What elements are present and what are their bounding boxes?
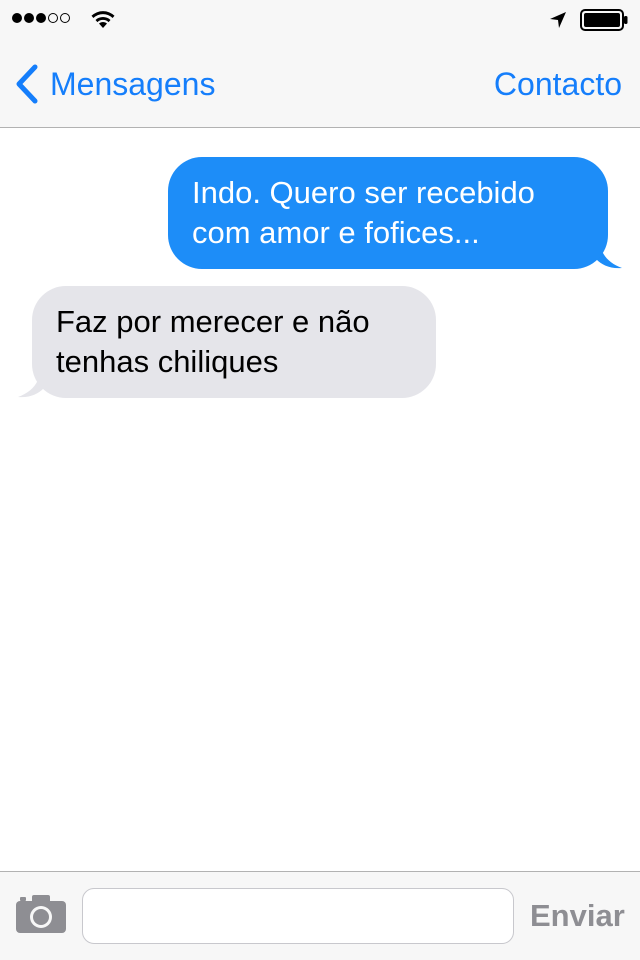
location-arrow-icon bbox=[550, 12, 566, 28]
contact-button[interactable]: Contacto bbox=[494, 62, 622, 106]
signal-dots-icon bbox=[12, 13, 72, 27]
chevron-left-icon bbox=[16, 64, 38, 104]
status-bar bbox=[0, 0, 640, 40]
outgoing-message-bubble[interactable]: Indo. Quero ser recebido com amor e fofi… bbox=[168, 157, 608, 269]
camera-icon[interactable] bbox=[15, 894, 67, 934]
navigation-bar: Mensagens Contacto bbox=[0, 40, 640, 128]
back-button-label: Mensagens bbox=[50, 65, 216, 102]
message-input-bar: Enviar bbox=[0, 871, 640, 960]
back-button[interactable]: Mensagens bbox=[14, 62, 215, 106]
message-input[interactable] bbox=[82, 888, 514, 944]
incoming-message-bubble[interactable]: Faz por merecer e não tenhas chiliques bbox=[32, 286, 436, 398]
message-thread: Indo. Quero ser recebido com amor e fofi… bbox=[0, 129, 640, 871]
send-button[interactable]: Enviar bbox=[530, 894, 625, 938]
battery-icon bbox=[580, 9, 628, 31]
wifi-icon bbox=[91, 11, 115, 28]
